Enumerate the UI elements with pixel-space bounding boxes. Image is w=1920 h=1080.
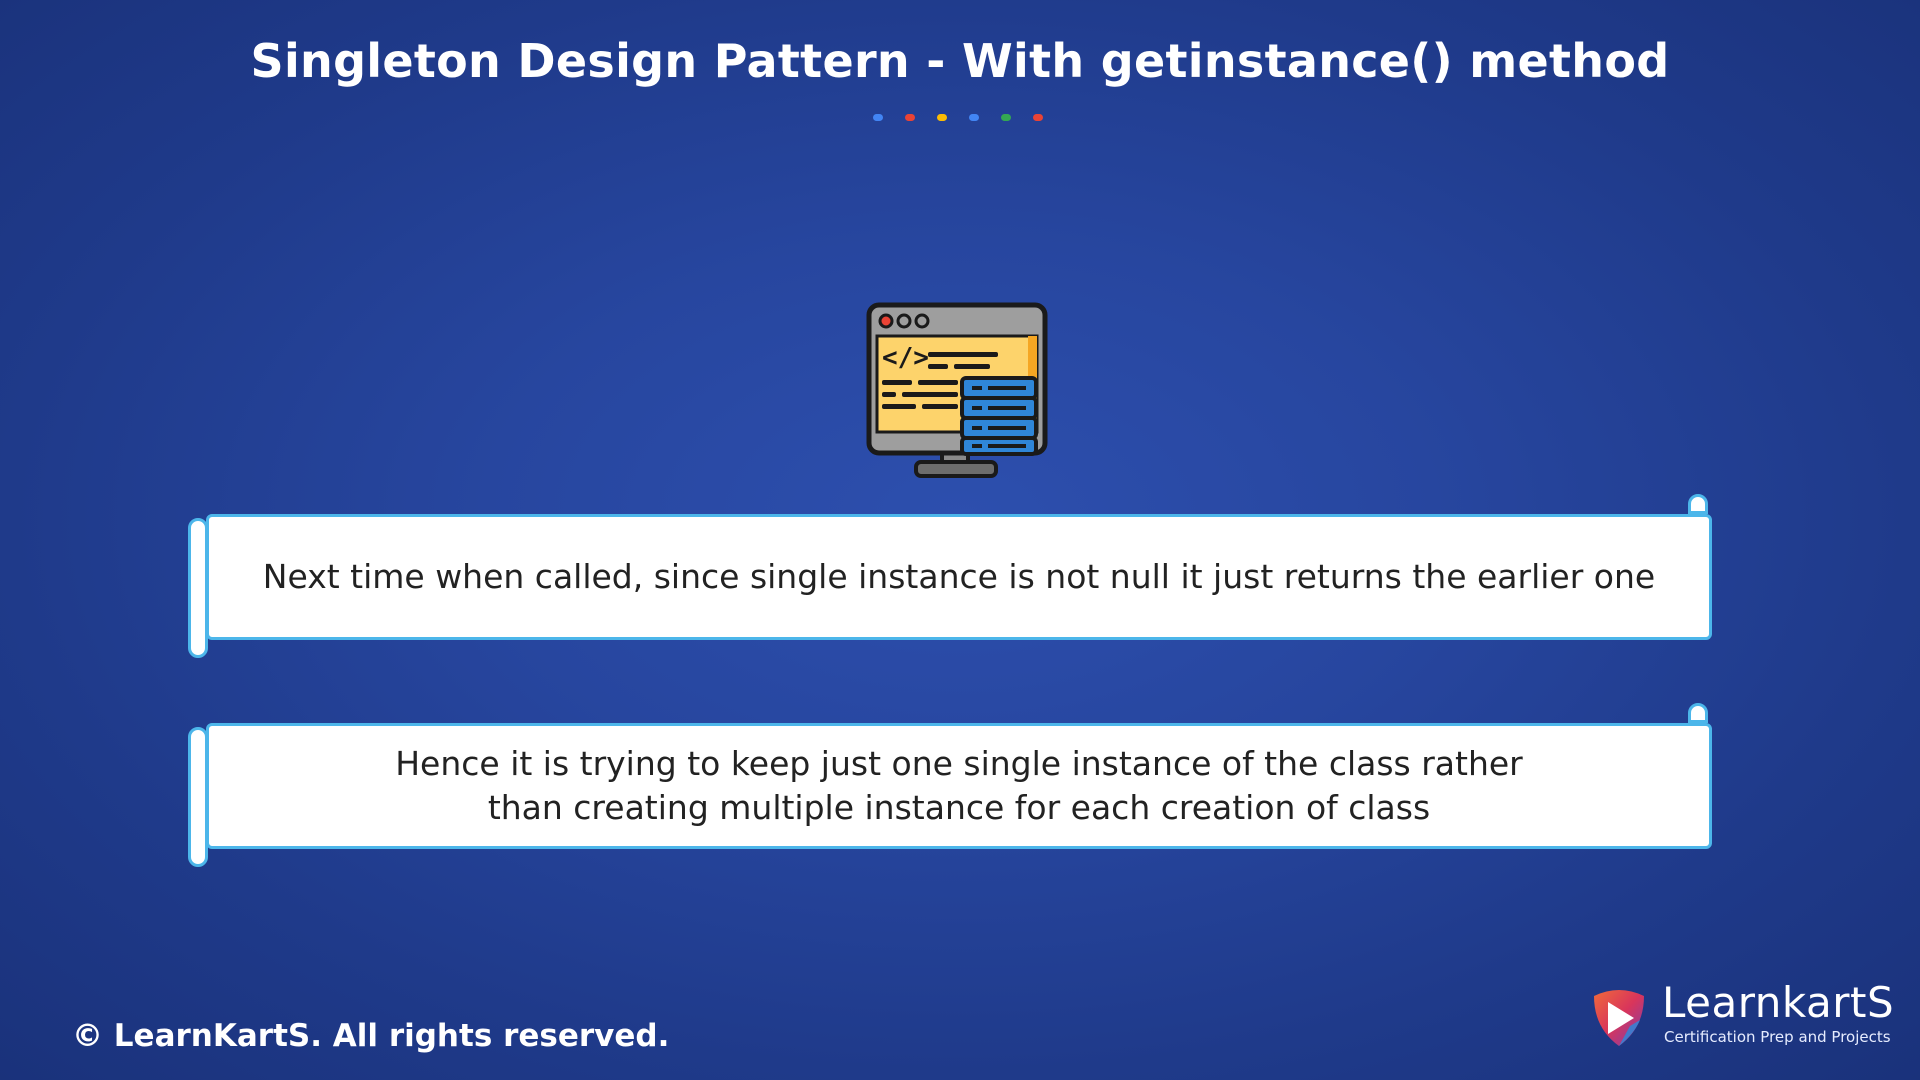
scroll-roll-left	[188, 727, 208, 867]
point-text-line: than creating multiple instance for each…	[487, 788, 1431, 827]
dot-red	[905, 114, 915, 121]
scroll-curl-right	[1688, 703, 1708, 723]
scroll-curl-right	[1688, 494, 1708, 514]
point-text-line: Next time when called, since single inst…	[262, 557, 1656, 596]
dot-blue	[969, 114, 979, 121]
title-dots	[873, 114, 1043, 121]
learnkarts-play-shield-icon	[1594, 990, 1644, 1046]
point-text-line: Hence it is trying to keep just one sing…	[395, 744, 1523, 783]
logo-name: LearnkartS	[1662, 978, 1895, 1027]
logo-tagline: Certification Prep and Projects	[1664, 1028, 1891, 1046]
dot-red	[1033, 114, 1043, 121]
point-scroll-2: Hence it is trying to keep just one sing…	[188, 703, 1712, 867]
dot-yellow	[937, 114, 947, 121]
code-monitor-database-icon: </>	[866, 302, 1048, 478]
dot-blue	[873, 114, 883, 121]
scroll-roll-left	[188, 518, 208, 658]
dot-green	[1001, 114, 1011, 121]
copyright-notice: © LearnKartS. All rights reserved.	[72, 1018, 670, 1054]
slide-title: Singleton Design Pattern - With getinsta…	[250, 34, 1670, 88]
point-text-2: Hence it is trying to keep just one sing…	[206, 723, 1712, 849]
brand-logo: LearnkartS Certification Prep and Projec…	[1590, 978, 1894, 1048]
svg-text:</>: </>	[882, 343, 929, 373]
point-text-1: Next time when called, since single inst…	[206, 514, 1712, 640]
point-scroll-1: Next time when called, since single inst…	[188, 494, 1712, 658]
